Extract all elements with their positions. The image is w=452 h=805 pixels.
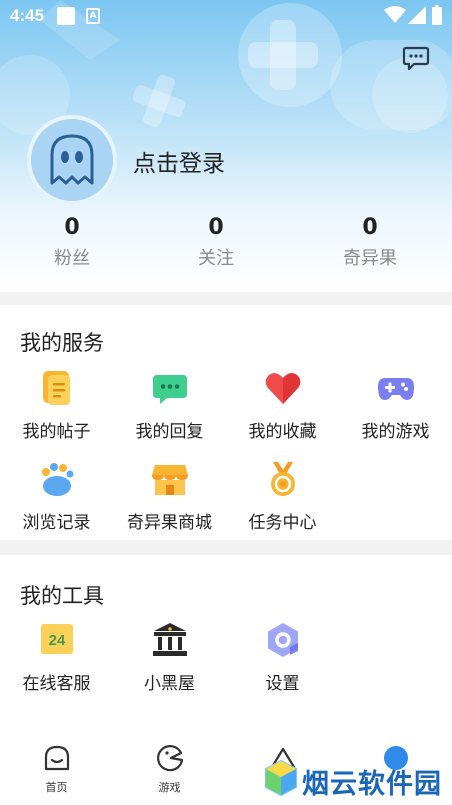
- support-badge-text: 24: [48, 632, 65, 649]
- home-icon: [44, 745, 69, 771]
- avatar[interactable]: [27, 115, 117, 205]
- tool-online-support[interactable]: 24 在线客服: [0, 621, 113, 694]
- login-prompt[interactable]: 点击登录: [133, 144, 225, 178]
- wifi-icon: [384, 6, 406, 23]
- stat-value: 0: [208, 215, 224, 240]
- tool-blackroom[interactable]: 小黑屋: [113, 621, 226, 694]
- notification-icon: [57, 7, 75, 25]
- watermark-text: 烟云软件园: [302, 769, 442, 800]
- stat-following[interactable]: 0 关注: [156, 214, 276, 276]
- stat-label: 奇异果: [343, 248, 397, 269]
- building-icon: [152, 623, 187, 656]
- stat-label: 粉丝: [54, 248, 90, 269]
- paw-icon: [41, 463, 73, 496]
- service-my-replies[interactable]: 我的回复: [113, 369, 226, 442]
- tab-label: 首页: [45, 781, 68, 794]
- support-24-icon: 24: [40, 624, 73, 654]
- settings-icon: [267, 623, 298, 657]
- tools-title: 我的工具: [20, 584, 104, 608]
- profile-header: 4:45 A 点击登录 0 粉丝 0 关注 0 奇异果: [0, 0, 452, 292]
- services-title: 我的服务: [20, 331, 104, 355]
- profile-stats: 0 粉丝 0 关注 0 奇异果: [0, 214, 452, 276]
- battery-icon: [432, 5, 442, 25]
- tab-label: 游戏: [158, 781, 181, 794]
- stat-value: 0: [362, 215, 378, 240]
- tab-home[interactable]: 首页: [0, 743, 113, 795]
- service-my-posts[interactable]: 我的帖子: [0, 369, 113, 442]
- service-label: 奇异果商城: [127, 513, 212, 533]
- tool-label: 设置: [265, 674, 300, 694]
- stat-label: 关注: [198, 248, 234, 269]
- service-my-games[interactable]: 我的游戏: [339, 369, 452, 442]
- reply-icon: [152, 375, 187, 404]
- service-label: 浏览记录: [22, 513, 91, 533]
- tools-card: 我的工具 24 在线客服 小黑屋 设置: [0, 555, 452, 735]
- gamepad-icon: [377, 378, 414, 400]
- status-bar: 4:45 A: [0, 0, 452, 32]
- stat-value: 0: [64, 215, 80, 240]
- stat-kiwi[interactable]: 0 奇异果: [310, 214, 430, 276]
- signal-icon: [408, 6, 426, 24]
- watermark-logo-icon: [265, 760, 297, 796]
- store-icon: [151, 465, 188, 495]
- service-label: 任务中心: [248, 513, 317, 533]
- message-icon[interactable]: [402, 44, 430, 72]
- medal-icon: [270, 462, 295, 496]
- game-tab-icon: [156, 745, 183, 772]
- service-label: 我的回复: [135, 422, 204, 442]
- tool-settings[interactable]: 设置: [226, 621, 339, 694]
- service-label: 我的收藏: [248, 422, 317, 442]
- ghost-icon: [50, 134, 94, 185]
- services-card: 我的服务 我的帖子 我的回复 我的收藏 我的游戏 浏览记录 奇异果商城 任务中心: [0, 305, 452, 540]
- tab-games[interactable]: 游戏: [113, 743, 226, 795]
- post-icon: [42, 371, 70, 405]
- service-label: 我的游戏: [361, 422, 430, 442]
- tool-label: 小黑屋: [144, 674, 195, 694]
- status-time: 4:45: [10, 6, 45, 25]
- service-my-favorites[interactable]: 我的收藏: [226, 369, 339, 442]
- favorite-icon: [265, 373, 300, 404]
- tool-label: 在线客服: [22, 674, 91, 694]
- stat-fans[interactable]: 0 粉丝: [12, 214, 132, 276]
- service-history[interactable]: 浏览记录: [0, 460, 113, 533]
- app-notification-icon: A: [86, 8, 100, 24]
- service-kiwi-store[interactable]: 奇异果商城: [113, 460, 226, 533]
- service-label: 我的帖子: [22, 422, 91, 442]
- service-task-center[interactable]: 任务中心: [226, 460, 339, 533]
- watermark: 烟云软件园: [262, 758, 452, 800]
